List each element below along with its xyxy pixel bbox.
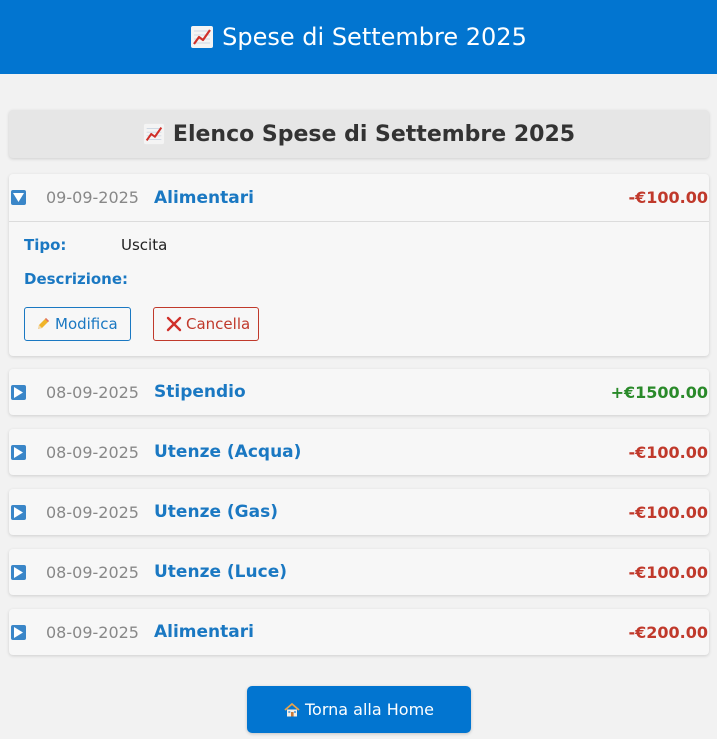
expense-item: 08-09-2025 Alimentari -€200.00 [9,609,709,655]
expense-category: Alimentari [154,622,254,642]
back-home-label: Torna alla Home [304,700,434,719]
expense-date: 08-09-2025 [46,502,139,522]
cross-icon [166,316,182,332]
collapse-toggle-icon[interactable] [11,190,26,205]
expense-category: Utenze (Gas) [154,502,278,522]
expense-category: Alimentari [154,187,254,208]
expense-date: 08-09-2025 [46,442,139,462]
expense-item: 08-09-2025 Utenze (Gas) -€100.00 [9,489,709,535]
expense-date: 08-09-2025 [46,622,139,642]
expense-date: 08-09-2025 [46,382,139,402]
expense-date: 08-09-2025 [46,562,139,582]
expense-row-header[interactable]: 08-09-2025 Utenze (Gas) -€100.00 [9,489,709,535]
expense-row-header[interactable]: 09-09-2025 Alimentari -€100.00 [9,174,709,222]
expense-category: Utenze (Acqua) [154,442,302,462]
description-label: Descrizione: [24,270,129,288]
expand-toggle-icon[interactable] [11,624,26,640]
expand-toggle-icon[interactable] [11,504,26,520]
delete-button[interactable]: Cancella [153,307,259,341]
type-value: Uscita [121,236,168,254]
expense-amount: -€100.00 [628,562,708,582]
pencil-icon [35,316,51,332]
edit-button[interactable]: Modifica [24,307,131,341]
chart-increasing-icon [190,25,214,49]
expense-row-header[interactable]: 08-09-2025 Stipendio +€1500.00 [9,369,709,415]
page-title: Spese di Settembre 2025 [222,23,527,51]
expense-item: 09-09-2025 Alimentari -€100.00 Tipo: Usc… [9,174,709,356]
expense-item: 08-09-2025 Utenze (Acqua) -€100.00 [9,429,709,475]
expense-amount: -€100.00 [628,442,708,462]
expense-row-header[interactable]: 08-09-2025 Alimentari -€200.00 [9,609,709,655]
chart-increasing-icon [143,123,165,145]
expense-amount: -€200.00 [628,622,708,642]
expense-row-header[interactable]: 08-09-2025 Utenze (Acqua) -€100.00 [9,429,709,475]
expense-category: Utenze (Luce) [154,562,287,582]
expense-row-header[interactable]: 08-09-2025 Utenze (Luce) -€100.00 [9,549,709,595]
expense-details: Tipo: Uscita Descrizione: Modifica Cance… [9,222,709,353]
expense-date: 09-09-2025 [46,188,139,207]
edit-button-label: Modifica [55,315,118,333]
delete-button-label: Cancella [186,315,251,333]
expense-amount: +€1500.00 [610,382,708,402]
expense-item: 08-09-2025 Utenze (Luce) -€100.00 [9,549,709,595]
expense-amount: -€100.00 [628,502,708,522]
expand-toggle-icon[interactable] [11,564,26,580]
expense-item: 08-09-2025 Stipendio +€1500.00 [9,369,709,415]
expense-amount: -€100.00 [628,188,708,207]
expand-toggle-icon[interactable] [11,384,26,400]
expense-category: Stipendio [154,382,246,402]
type-label: Tipo: [24,236,67,254]
section-title: Elenco Spese di Settembre 2025 [9,110,709,158]
section-title-text: Elenco Spese di Settembre 2025 [172,121,576,147]
back-home-button[interactable]: Torna alla Home [247,686,471,733]
app-header: Spese di Settembre 2025 [0,0,717,74]
house-icon [284,702,300,718]
expand-toggle-icon[interactable] [11,444,26,460]
